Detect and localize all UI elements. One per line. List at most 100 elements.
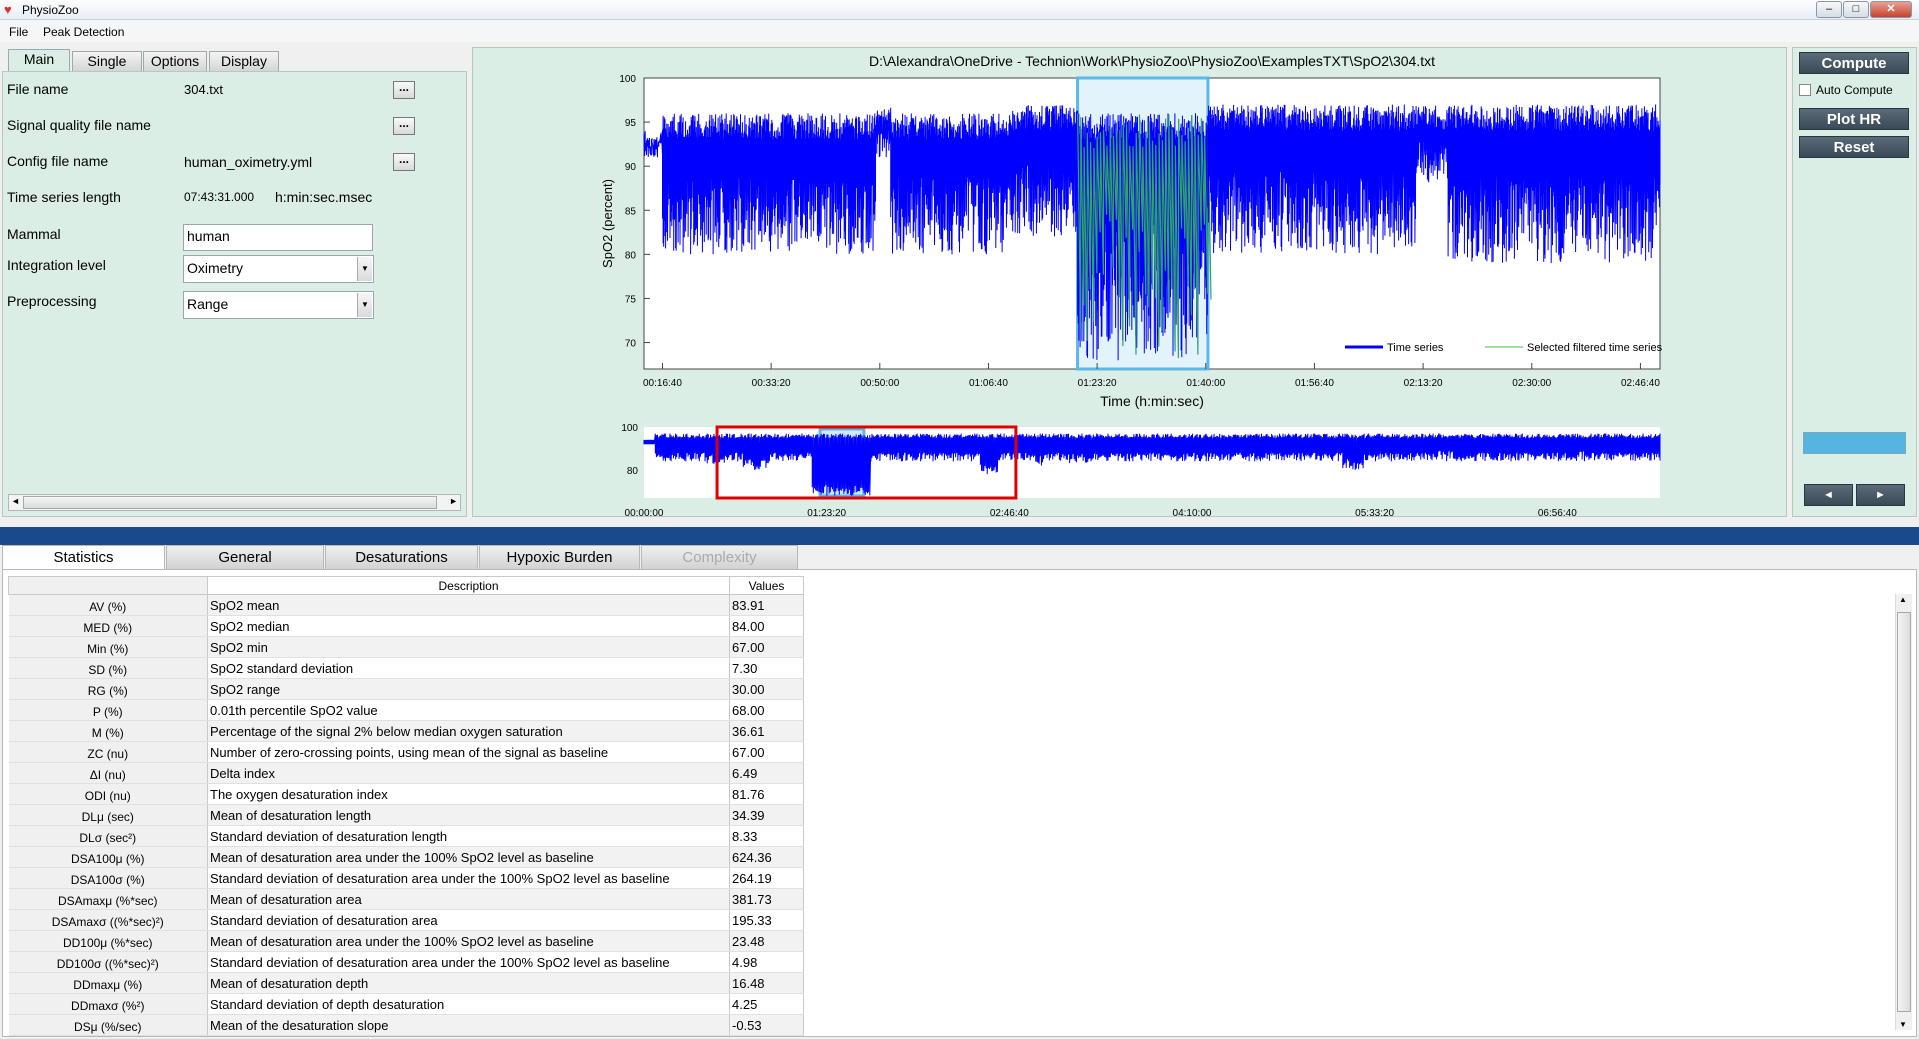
file-name-value: 304.txt <box>184 82 224 97</box>
value-cell: 264.19 <box>729 867 804 889</box>
description-cell: Standard deviation of desaturation lengt… <box>207 825 730 847</box>
value-cell: 34.39 <box>729 804 804 826</box>
tab-general[interactable]: General <box>166 545 324 569</box>
table-row[interactable]: DSA100μ (%) Mean of desaturation area und… <box>8 846 804 868</box>
table-row[interactable]: DLσ (sec²) Standard deviation of desatura… <box>8 825 804 847</box>
table-row[interactable]: Min (%) SpO2 min 67.00 <box>8 636 804 658</box>
description-cell: Mean of desaturation area under the 100%… <box>207 846 730 868</box>
ts-length-unit: h:min:sec.msec <box>275 189 373 205</box>
ts-length-value: 07:43:31.000 <box>184 190 255 204</box>
table-row[interactable]: DSA100σ (%) Standard deviation of desatur… <box>8 867 804 889</box>
table-row[interactable]: ODI (nu) The oxygen desaturation index 81.… <box>8 783 804 805</box>
close-button[interactable]: ✕ <box>1870 1 1912 18</box>
metric-cell: M (%) <box>8 720 208 742</box>
tab-complexity: Complexity <box>641 545 798 569</box>
value-cell: 7.30 <box>729 657 804 679</box>
browse-file-button[interactable]: ... <box>393 81 415 99</box>
browse-signal-quality-button[interactable]: ... <box>393 117 415 135</box>
value-cell: 381.73 <box>729 888 804 910</box>
tab-desaturations[interactable]: Desaturations <box>325 545 478 569</box>
preprocessing-value: Range <box>187 296 229 312</box>
menu-peak-detection[interactable]: Peak Detection <box>43 25 124 39</box>
value-cell: 83.91 <box>729 594 804 616</box>
tab-hypoxic-burden[interactable]: Hypoxic Burden <box>479 545 640 569</box>
metric-cell: DD100μ (%*sec) <box>8 930 208 952</box>
scrollbar-thumb[interactable] <box>23 496 437 509</box>
maximize-button[interactable]: □ <box>1843 1 1869 18</box>
plot-hr-button[interactable]: Plot HR <box>1799 108 1909 130</box>
panel-divider[interactable] <box>0 527 1919 545</box>
table-row[interactable]: DDmaxμ (%) Mean of desaturation depth 16.4… <box>8 972 804 994</box>
app-heart-icon: ♥ <box>4 2 12 17</box>
compute-button[interactable]: Compute <box>1799 52 1909 74</box>
description-cell: SpO2 min <box>207 636 730 658</box>
metric-cell: DLσ (sec²) <box>8 825 208 847</box>
table-row[interactable]: AV (%) SpO2 mean 83.91 <box>8 594 804 616</box>
value-cell: 16.48 <box>729 972 804 994</box>
next-window-button[interactable]: ► <box>1856 484 1905 506</box>
auto-compute-label: Auto Compute <box>1816 83 1893 97</box>
progress-bar <box>1803 432 1906 454</box>
table-row[interactable]: MED (%) SpO2 median 84.00 <box>8 615 804 637</box>
table-row[interactable]: DSAmaxμ (%*sec) Mean of desaturation area… <box>8 888 804 910</box>
x-tick-label: 00:16:40 <box>643 378 682 389</box>
column-header-values[interactable]: Values <box>729 576 804 595</box>
scrollbar-thumb[interactable] <box>1897 612 1911 1012</box>
tab-options[interactable]: Options <box>143 51 207 71</box>
overview-plot[interactable]: 100 80 00:00:00 01:23:20 02:46:40 04:10:00 05:… <box>621 423 1661 517</box>
tab-main[interactable]: Main <box>8 49 70 72</box>
description-cell: Delta index <box>207 762 730 784</box>
x-tick-label: 00:33:20 <box>752 378 791 389</box>
file-name-label: File name <box>7 81 69 97</box>
x-tick-label: 02:46:40 <box>1621 378 1660 389</box>
tab-single[interactable]: Single <box>72 51 142 71</box>
browse-config-button[interactable]: ... <box>393 153 415 171</box>
reset-button[interactable]: Reset <box>1799 136 1909 158</box>
column-header-description[interactable]: Description <box>207 576 730 595</box>
scroll-left-icon[interactable]: ◄ <box>11 496 20 506</box>
description-cell: Mean of desaturation area <box>207 888 730 910</box>
menu-file[interactable]: File <box>9 25 28 39</box>
table-row[interactable]: SD (%) SpO2 standard deviation 7.30 <box>8 657 804 679</box>
scroll-up-icon[interactable]: ▲ <box>1899 595 1907 604</box>
table-row[interactable]: RG (%) SpO2 range 30.00 <box>8 678 804 700</box>
title-bar: ♥ PhysioZoo – □ ✕ <box>0 0 1919 20</box>
minimize-button[interactable]: – <box>1816 1 1842 18</box>
table-row[interactable]: DDmaxσ (%²) Standard deviation of depth d… <box>8 993 804 1015</box>
mammal-input[interactable]: human <box>183 224 373 251</box>
description-cell: Standard deviation of desaturation area … <box>207 867 730 889</box>
scroll-down-icon[interactable]: ▼ <box>1899 1020 1907 1029</box>
main-spo2-plot[interactable]: 100 95 90 85 80 75 70 00:16:40 00:33:20 00:50:00 0… <box>600 53 1663 409</box>
scroll-right-icon[interactable]: ► <box>449 496 458 506</box>
table-row[interactable]: P (%) 0.01th percentile SpO2 value 68.00 <box>8 699 804 721</box>
prev-window-button[interactable]: ◄ <box>1804 484 1853 506</box>
table-row[interactable]: ΔI (nu) Delta index 6.49 <box>8 762 804 784</box>
metric-cell: ZC (nu) <box>8 741 208 763</box>
table-row[interactable]: ZC (nu) Number of zero-crossing points, u… <box>8 741 804 763</box>
preprocessing-select[interactable]: Range ▼ <box>183 291 374 319</box>
metric-cell: AV (%) <box>8 594 208 616</box>
chevron-down-icon: ▼ <box>357 293 372 317</box>
table-row[interactable]: M (%) Percentage of the signal 2% below m… <box>8 720 804 742</box>
horizontal-scrollbar[interactable]: ◄ ► <box>8 494 461 511</box>
row-header-corner <box>8 576 208 595</box>
table-row[interactable]: DSAmaxσ ((%*sec)²) Standard deviation of … <box>8 909 804 931</box>
table-row[interactable]: DD100μ (%*sec) Mean of desaturation area … <box>8 930 804 952</box>
table-row[interactable]: DLμ (sec) Mean of desaturation length 34.3… <box>8 804 804 826</box>
description-cell: Mean of desaturation depth <box>207 972 730 994</box>
config-file-value: human_oximetry.yml <box>184 154 313 170</box>
description-cell: The oxygen desaturation index <box>207 783 730 805</box>
table-row[interactable]: DSμ (%/sec) Mean of the desaturation slop… <box>8 1014 804 1036</box>
description-cell: SpO2 standard deviation <box>207 657 730 679</box>
integration-level-select[interactable]: Oximetry ▼ <box>183 255 374 283</box>
tab-display[interactable]: Display <box>209 51 279 71</box>
vertical-scrollbar[interactable]: ▲ ▼ <box>1895 594 1912 1030</box>
value-cell: 4.25 <box>729 993 804 1015</box>
x-tick-label: 02:13:20 <box>1404 378 1443 389</box>
table-row[interactable]: DD100σ ((%*sec)²) Standard deviation of d… <box>8 951 804 973</box>
x-tick-label: 01:56:40 <box>1295 378 1334 389</box>
auto-compute-checkbox[interactable] <box>1799 84 1811 96</box>
metric-cell: ODI (nu) <box>8 783 208 805</box>
tab-statistics[interactable]: Statistics <box>2 545 165 569</box>
x-tick-label: 01:23:20 <box>1078 378 1117 389</box>
